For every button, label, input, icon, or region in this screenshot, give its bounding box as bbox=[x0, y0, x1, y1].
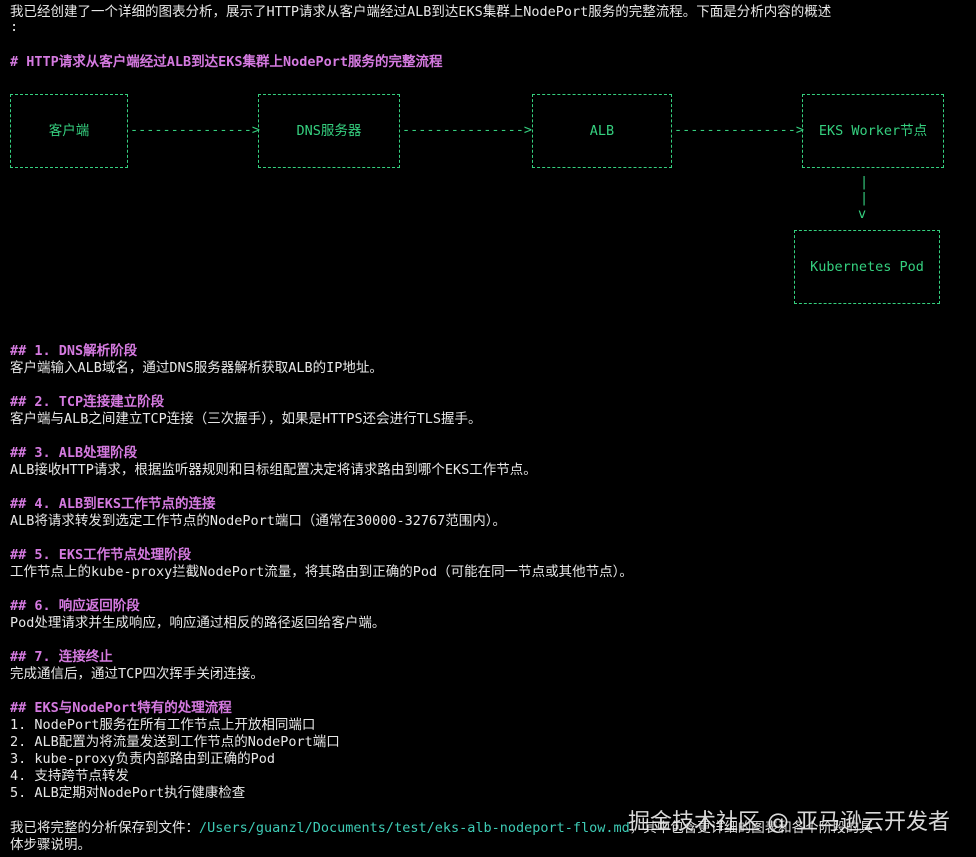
arrow-client-dns: ---------------> bbox=[130, 122, 261, 138]
arrow-eks-pod-stem-1: | bbox=[860, 174, 869, 190]
diagram-box-eks-worker: EKS Worker节点 bbox=[802, 94, 944, 168]
diagram-box-alb: ALB bbox=[532, 94, 672, 168]
diagram-box-pod-label: Kubernetes Pod bbox=[810, 258, 924, 275]
diagram-box-eks-worker-label: EKS Worker节点 bbox=[818, 122, 928, 139]
watermark: 掘金技术社区 @ 亚马逊云开发者 bbox=[628, 810, 950, 835]
section-4-body: ALB将请求转发到选定工作节点的NodePort端口（通常在30000-3276… bbox=[10, 513, 507, 529]
section-4-heading: ## 4. ALB到EKS工作节点的连接 bbox=[10, 496, 216, 512]
terminal-window: 我已经创建了一个详细的图表分析，展示了HTTP请求从客户端经过ALB到达EKS集… bbox=[0, 0, 976, 857]
special-item-3: 3. kube-proxy负责内部路由到正确的Pod bbox=[10, 751, 276, 767]
section-7-body: 完成通信后，通过TCP四次挥手关闭连接。 bbox=[10, 666, 264, 682]
special-item-2: 2. ALB配置为将流量发送到工作节点的NodePort端口 bbox=[10, 734, 340, 750]
footer-file-path[interactable]: /Users/guanzl/Documents/test/eks-alb-nod… bbox=[199, 820, 630, 836]
diagram-box-pod: Kubernetes Pod bbox=[794, 230, 940, 304]
arrow-alb-eks: ---------------> bbox=[674, 122, 805, 138]
diagram-box-client: 客户端 bbox=[10, 94, 128, 168]
special-item-5: 5. ALB定期对NodePort执行健康检查 bbox=[10, 785, 246, 801]
special-item-1: 1. NodePort服务在所有工作节点上开放相同端口 bbox=[10, 717, 316, 733]
footer-line-2: 体步骤说明。 bbox=[10, 837, 91, 853]
arrow-dns-alb: ---------------> bbox=[402, 122, 533, 138]
section-2-body: 客户端与ALB之间建立TCP连接（三次握手），如果是HTTPS还会进行TLS握手… bbox=[10, 411, 482, 427]
main-title: # HTTP请求从客户端经过ALB到达EKS集群上NodePort服务的完整流程 bbox=[10, 54, 443, 70]
section-2-heading: ## 2. TCP连接建立阶段 bbox=[10, 394, 165, 410]
section-7-heading: ## 7. 连接终止 bbox=[10, 649, 113, 665]
diagram-box-dns: DNS服务器 bbox=[258, 94, 400, 168]
special-item-4: 4. 支持跨节点转发 bbox=[10, 768, 129, 784]
section-3-heading: ## 3. ALB处理阶段 bbox=[10, 445, 138, 461]
special-heading: ## EKS与NodePort特有的处理流程 bbox=[10, 700, 232, 716]
footer-prefix: 我已将完整的分析保存到文件： bbox=[10, 820, 199, 836]
section-6-heading: ## 6. 响应返回阶段 bbox=[10, 598, 140, 614]
arrow-eks-pod-stem-2: | bbox=[860, 190, 869, 206]
section-1-body: 客户端输入ALB域名，通过DNS服务器解析获取ALB的IP地址。 bbox=[10, 360, 383, 376]
diagram-box-dns-label: DNS服务器 bbox=[296, 122, 362, 139]
section-5-body: 工作节点上的kube-proxy拦截NodePort流量，将其路由到正确的Pod… bbox=[10, 564, 633, 580]
section-6-body: Pod处理请求并生成响应，响应通过相反的路径返回给客户端。 bbox=[10, 615, 386, 631]
intro-line-2: : bbox=[10, 19, 19, 35]
section-5-heading: ## 5. EKS工作节点处理阶段 bbox=[10, 547, 192, 563]
section-1-heading: ## 1. DNS解析阶段 bbox=[10, 343, 138, 359]
diagram-box-client-label: 客户端 bbox=[48, 122, 90, 139]
flow-diagram: 客户端 DNS服务器 ALB EKS Worker节点 Kubernetes P… bbox=[10, 88, 970, 308]
intro-line-1: 我已经创建了一个详细的图表分析，展示了HTTP请求从客户端经过ALB到达EKS集… bbox=[10, 4, 832, 20]
arrow-eks-pod-head: v bbox=[858, 206, 867, 222]
diagram-box-alb-label: ALB bbox=[589, 122, 615, 139]
section-3-body: ALB接收HTTP请求，根据监听器规则和目标组配置决定将请求路由到哪个EKS工作… bbox=[10, 462, 537, 478]
